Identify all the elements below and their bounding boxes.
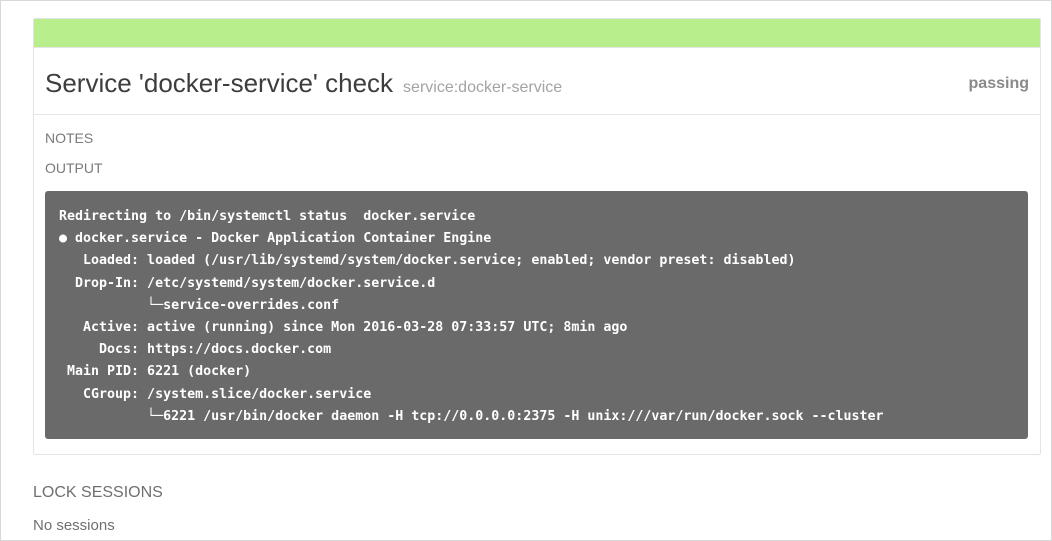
check-title-text: Service 'docker-service' check	[45, 68, 394, 98]
check-status: passing	[968, 75, 1029, 92]
output-line: Loaded: loaded (/usr/lib/systemd/system/…	[59, 253, 796, 269]
output-box: Redirecting to /bin/systemctl status doc…	[45, 191, 1028, 439]
output-line: Main PID: 6221 (docker)	[59, 364, 252, 380]
check-header: Service 'docker-service' check service:do…	[34, 48, 1040, 115]
lock-sessions-label: LOCK SESSIONS	[33, 484, 163, 501]
output-line: CGroup: /system.slice/docker.service	[59, 386, 372, 402]
no-sessions-text: No sessions	[33, 517, 115, 534]
output-line: └─service-overrides.conf	[59, 297, 340, 313]
output-label: OUTPUT	[45, 160, 103, 176]
status-bar	[34, 19, 1040, 48]
output-line: Docs: https://docs.docker.com	[59, 342, 332, 358]
output-line: Redirecting to /bin/systemctl status doc…	[59, 209, 476, 224]
output-line: ● docker.service - Docker Application Co…	[59, 231, 492, 247]
check-card: Service 'docker-service' check service:do…	[33, 18, 1041, 455]
output-line: Active: active (running) since Mon 2016-…	[59, 319, 628, 335]
check-title: Service 'docker-service' check service:do…	[45, 68, 562, 99]
output-line: └─6221 /usr/bin/docker daemon -H tcp://0…	[59, 408, 884, 424]
check-subtitle: service:docker-service	[403, 79, 563, 96]
output-line: Drop-In: /etc/systemd/system/docker.serv…	[59, 275, 436, 291]
notes-label: NOTES	[45, 130, 94, 146]
